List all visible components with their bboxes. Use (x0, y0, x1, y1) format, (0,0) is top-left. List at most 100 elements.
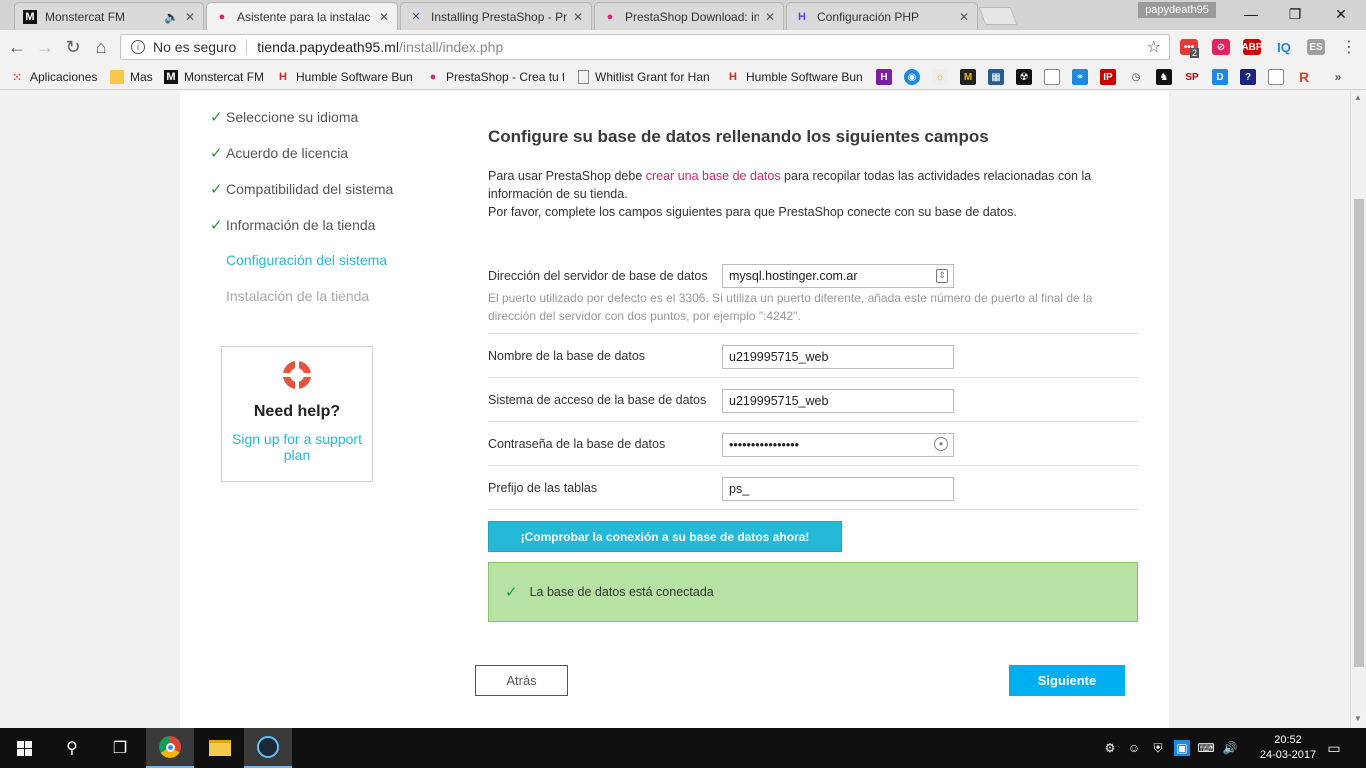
bookmark-icon[interactable]: ☼ (932, 69, 948, 85)
bookmark-icon[interactable]: M (960, 69, 976, 85)
separator (246, 39, 248, 55)
create-database-link[interactable]: crear una base de datos (646, 169, 781, 183)
security-label[interactable]: No es seguro (153, 39, 236, 55)
bookmark-icon[interactable]: ? (1240, 69, 1256, 85)
tab-prestashop-download[interactable]: ● PrestaShop Download: in ✕ (594, 2, 784, 30)
bookmark-icon[interactable]: H (876, 69, 892, 85)
page-icon (578, 70, 589, 84)
more-bookmarks-icon[interactable]: » (1330, 69, 1346, 85)
divider (488, 465, 1138, 466)
chrome-icon[interactable] (146, 728, 194, 768)
scroll-up-icon[interactable]: ▲ (1354, 93, 1362, 102)
network-icon[interactable]: ⌨ (1197, 740, 1214, 756)
bookmark-aplicaciones[interactable]: ⁙ Aplicaciones (10, 68, 105, 86)
close-icon[interactable]: ✕ (765, 10, 775, 24)
star-icon[interactable]: ☆ (1147, 37, 1161, 57)
close-icon[interactable]: ✕ (379, 10, 389, 24)
humble-icon: H (279, 71, 287, 83)
tray-icon[interactable]: ▣ (1174, 740, 1190, 756)
language-icon[interactable]: ES (1307, 39, 1325, 55)
installer-card: ✓ Seleccione su idioma ✓ Acuerdo de lice… (180, 91, 1169, 728)
bookmark-mas[interactable]: Mas (110, 68, 158, 86)
forward-icon[interactable]: → (34, 36, 56, 58)
tab-monstercat[interactable]: M Monstercat FM 🔈 ✕ (14, 2, 204, 30)
page-icon[interactable] (1044, 69, 1060, 85)
steam-icon[interactable] (244, 728, 292, 768)
bookmark-icon[interactable]: ☢ (1016, 69, 1032, 85)
bookmark-label: Mas (130, 70, 153, 84)
password-input[interactable] (722, 433, 954, 457)
back-button[interactable]: Atrás (475, 665, 568, 696)
extension-icon[interactable]: ⊘ (1212, 39, 1230, 55)
speed-icon[interactable]: ◷ (1128, 69, 1144, 85)
tab-label: Installing PrestaShop - Pr (431, 9, 567, 24)
page-scrollbar[interactable]: ▲ ▼ (1350, 91, 1366, 728)
prefix-input[interactable] (722, 477, 954, 501)
iq-icon[interactable]: IQ (1275, 39, 1293, 55)
clock[interactable]: 20:52 24-03-2017 (1258, 733, 1318, 763)
home-icon[interactable]: ⌂ (90, 36, 112, 58)
back-icon[interactable]: ← (6, 36, 28, 58)
support-plan-link[interactable]: Sign up for a support plan (222, 431, 372, 463)
scroll-down-icon[interactable]: ▼ (1354, 714, 1362, 723)
adblock-icon[interactable]: ABP (1241, 39, 1263, 55)
divider (488, 377, 1138, 378)
help-box: Need help? Sign up for a support plan (221, 346, 373, 482)
shield-icon[interactable]: ⛨ (1150, 740, 1166, 756)
info-icon[interactable]: i (131, 40, 145, 54)
steam-tray-icon[interactable]: ⚙ (1102, 740, 1118, 756)
reload-icon[interactable]: ↻ (62, 36, 84, 58)
search-icon[interactable]: ⚲ (48, 728, 96, 768)
intro-text-start: Para usar PrestaShop debe (488, 169, 646, 183)
bookmark-icon[interactable]: ♞ (1156, 69, 1172, 85)
server-help-text: El puerto utilizado por defecto es el 33… (488, 291, 1093, 323)
bookmark-humble-2[interactable]: H Humble Software Bun (726, 68, 864, 86)
step-label: Compatibilidad del sistema (226, 181, 394, 197)
bookmark-icon[interactable]: R (1296, 69, 1312, 85)
windows-start-icon[interactable] (0, 728, 48, 768)
maximize-button[interactable]: ❐ (1272, 0, 1318, 28)
ip-icon[interactable]: IP (1100, 69, 1116, 85)
bookmark-label: PrestaShop - Crea tu t (446, 70, 564, 84)
close-icon[interactable]: ✕ (573, 10, 583, 24)
dbname-input[interactable] (722, 345, 954, 369)
next-button[interactable]: Siguiente (1009, 665, 1125, 696)
bookmark-icon[interactable]: ◉ (904, 69, 920, 85)
tab-configuracion-php[interactable]: H Configuración PHP ✕ (786, 2, 978, 30)
bookmark-icon[interactable]: ▦ (988, 69, 1004, 85)
bookmark-icon[interactable]: D (1212, 69, 1228, 85)
contact-card-icon[interactable]: ⇕ (936, 269, 948, 283)
close-icon[interactable]: ✕ (959, 10, 969, 24)
bookmark-whitlist[interactable]: Whitlist Grant for Han (578, 68, 714, 86)
task-view-icon[interactable]: ❐ (96, 728, 144, 768)
profile-badge[interactable]: papydeath95 (1138, 2, 1216, 18)
server-input[interactable] (722, 264, 954, 288)
step-configuracion: Configuración del sistema (210, 252, 387, 268)
password-manager-icon[interactable]: ● (934, 437, 948, 451)
folder-icon (110, 70, 124, 84)
scroll-thumb[interactable] (1354, 199, 1364, 667)
minimize-button[interactable]: — (1228, 0, 1274, 28)
help-title: Need help? (253, 403, 341, 420)
discord-tray-icon[interactable]: ☺ (1126, 740, 1142, 756)
close-icon[interactable]: ✕ (185, 10, 195, 24)
login-input[interactable] (722, 389, 954, 413)
page-icon[interactable] (1268, 69, 1284, 85)
link-icon[interactable]: ⚭ (1072, 69, 1088, 85)
bookmark-monstercat[interactable]: M Monstercat FM (164, 68, 268, 86)
sp-icon[interactable]: SP (1184, 69, 1200, 85)
bookmark-prestashop[interactable]: ● PrestaShop - Crea tu t (426, 68, 564, 86)
address-bar[interactable]: i No es seguro tienda.papydeath95.ml /in… (120, 34, 1170, 60)
tab-asistente[interactable]: ● Asistente para la instalac ✕ (206, 2, 398, 30)
speaker-icon[interactable]: 🔈 (164, 10, 179, 24)
bookmark-humble[interactable]: H Humble Software Bun (276, 68, 414, 86)
close-window-button[interactable]: ✕ (1318, 0, 1364, 28)
humble-icon: H (729, 71, 737, 83)
new-tab-button[interactable] (978, 7, 1018, 25)
volume-icon[interactable]: 🔊 (1222, 740, 1238, 756)
check-connection-button[interactable]: ¡Comprobar la conexión a su base de dato… (488, 521, 842, 552)
menu-icon[interactable]: ⋮ (1338, 36, 1360, 58)
file-explorer-icon[interactable] (196, 728, 244, 768)
tab-installing-prestashop[interactable]: ✕ Installing PrestaShop - Pr ✕ (400, 2, 592, 30)
notifications-icon[interactable]: ▭ (1326, 740, 1342, 756)
